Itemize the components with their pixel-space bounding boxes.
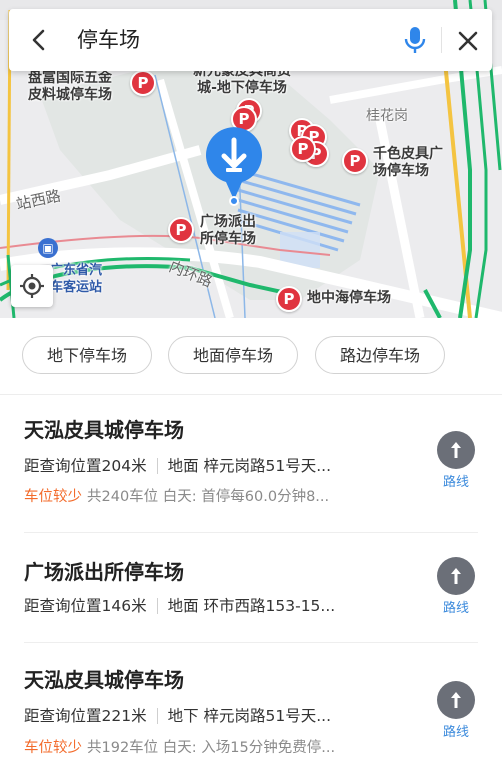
back-arrow-icon[interactable] [25, 26, 53, 54]
map-label-bus-station: 广东省汽 车客运站 [50, 263, 103, 295]
result-title: 天泓皮具城停车场 [24, 418, 184, 442]
result-detail: 共240车位 白天: 首停每60.0分钟8... [87, 489, 330, 505]
map-label-dizhonghai: 地中海停车场 [307, 290, 391, 306]
result-item[interactable]: 广场派出所停车场 距查询位置146米 地面 环市西路153-15... 路线 [0, 533, 502, 642]
map-label-guihuagang: 桂花岗 [366, 108, 408, 124]
map-label-qianse: 千色皮具广 场停车场 [373, 146, 443, 179]
map-label-guangchang: 广场派出 所停车场 [200, 214, 256, 247]
availability-status: 车位较少 [24, 740, 82, 756]
parking-pin-icon[interactable]: P [342, 148, 368, 174]
availability-status: 车位较少 [24, 489, 82, 505]
info-separator [156, 598, 158, 614]
route-label: 路线 [442, 601, 469, 616]
filter-chip-ground[interactable]: 地面停车场 [168, 336, 298, 374]
result-item[interactable]: 天泓皮具城停车场 距查询位置204米 地面 梓元岗路51号天... 车位较少 共2… [0, 395, 502, 533]
locate-me-button[interactable] [11, 265, 53, 307]
parking-pin-icon[interactable]: P [290, 136, 316, 162]
result-info-line: 距查询位置204米 地面 梓元岗路51号天... [24, 455, 331, 477]
filter-bar: 地下停车场 地面停车场 路边停车场 [0, 318, 502, 395]
result-info-line: 距查询位置221米 地下 梓元岗路51号天... [24, 705, 331, 727]
result-distance: 距查询位置204米 [24, 457, 147, 475]
info-separator [156, 708, 158, 724]
result-type-address: 地面 环市西路153-15... [167, 597, 336, 615]
crosshair-icon [20, 274, 44, 298]
bus-stop-icon: ▣ [38, 238, 58, 258]
map-label-pangfu: 盘富国际五金 皮料城停车场 [28, 70, 112, 103]
route-icon [437, 681, 475, 719]
route-icon [437, 431, 475, 469]
info-separator [156, 458, 158, 474]
search-bar[interactable]: 停车场 [9, 9, 492, 71]
result-info-line: 距查询位置146米 地面 环市西路153-15... [24, 595, 335, 617]
result-distance: 距查询位置221米 [24, 707, 147, 725]
route-button[interactable]: 路线 [436, 681, 476, 741]
current-location-dot [229, 196, 239, 206]
result-meta-line: 车位较少 共192车位 白天: 入场15分钟免费停... [24, 737, 335, 759]
result-type-address: 地面 梓元岗路51号天... [167, 457, 332, 475]
parking-pin-icon[interactable]: P [168, 217, 194, 243]
search-input[interactable]: 停车场 [77, 27, 140, 53]
microphone-icon[interactable] [401, 25, 429, 55]
result-distance: 距查询位置146米 [24, 597, 147, 615]
route-button[interactable]: 路线 [436, 431, 476, 491]
result-title: 广场派出所停车场 [24, 560, 184, 584]
filter-chip-underground[interactable]: 地下停车场 [22, 336, 152, 374]
close-icon[interactable] [455, 28, 481, 54]
result-item[interactable]: 天泓皮具城停车场 距查询位置221米 地下 梓元岗路51号天... 车位较少 共1… [0, 643, 502, 762]
result-detail: 共192车位 白天: 入场15分钟免费停... [87, 740, 336, 756]
result-type-address: 地下 梓元岗路51号天... [167, 707, 332, 725]
route-button[interactable]: 路线 [436, 557, 476, 617]
route-label: 路线 [442, 475, 469, 490]
search-bar-divider [441, 27, 442, 53]
result-title: 天泓皮具城停车场 [24, 668, 184, 692]
route-icon [437, 557, 475, 595]
parking-pin-icon[interactable]: P [276, 286, 302, 312]
filter-chip-roadside[interactable]: 路边停车场 [315, 336, 445, 374]
route-label: 路线 [442, 725, 469, 740]
search-location-pin-icon [206, 127, 262, 200]
result-meta-line: 车位较少 共240车位 白天: 首停每60.0分钟8... [24, 486, 329, 508]
parking-pin-icon[interactable]: P [130, 70, 156, 96]
